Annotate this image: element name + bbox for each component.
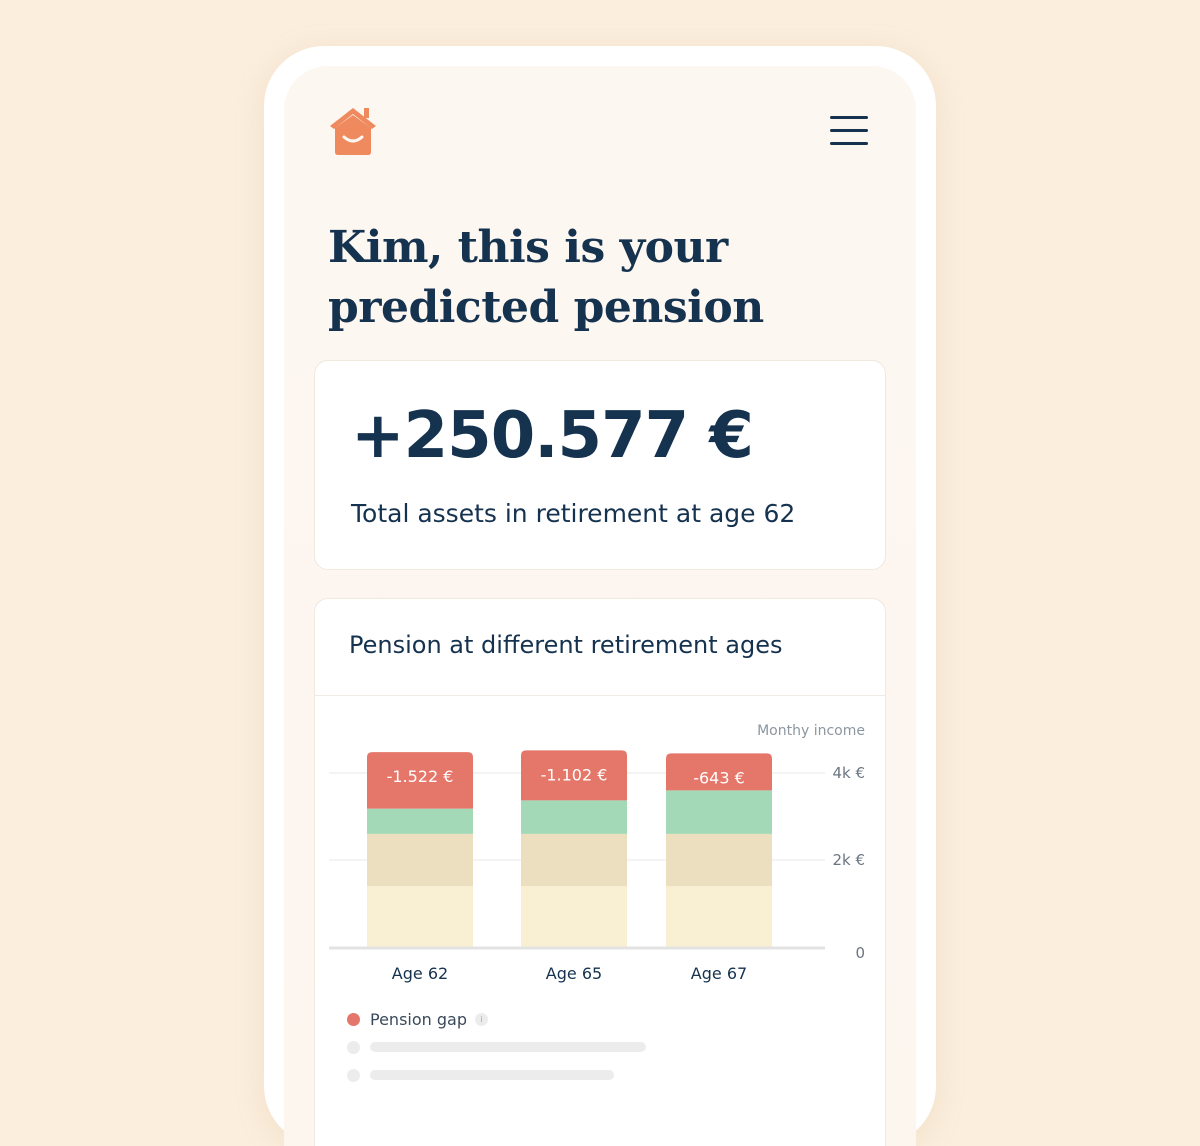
- phone-frame: Kim, this is your predicted pension +250…: [264, 46, 936, 1146]
- skeleton-line: [370, 1042, 646, 1052]
- page-title: Kim, this is your predicted pension: [328, 218, 848, 338]
- title-line-2: predicted pension: [328, 282, 764, 333]
- y-axis-label: Monthy income: [757, 723, 865, 739]
- y-tick-label: 2k €: [832, 851, 865, 869]
- total-assets-amount: +250.577 €: [351, 399, 754, 473]
- bar-value-label: -1.102 €: [541, 765, 608, 784]
- y-tick-label: 4k €: [832, 764, 865, 782]
- bar-segment: [666, 886, 772, 947]
- skeleton-line: [370, 1070, 614, 1080]
- bar-segment: [521, 800, 627, 834]
- x-tick-label: Age 67: [691, 964, 747, 983]
- bar-value-label: -1.522 €: [387, 767, 454, 786]
- hamburger-menu-icon[interactable]: [830, 116, 868, 148]
- legend-dot-placeholder: [347, 1040, 360, 1054]
- legend-item-placeholder: [347, 1033, 707, 1061]
- chart-legend: Pension gap i: [347, 1005, 707, 1089]
- bar-segment: [521, 886, 627, 947]
- legend-dot-placeholder: [347, 1068, 360, 1082]
- total-assets-label: Total assets in retirement at age 62: [351, 499, 796, 528]
- bar-segment: [521, 833, 627, 887]
- legend-dot-pension-gap: [347, 1012, 360, 1026]
- pension-chart-card: Pension at different retirement ages Mon…: [314, 598, 886, 1146]
- total-assets-card: +250.577 € Total assets in retirement at…: [314, 360, 886, 570]
- info-icon[interactable]: i: [474, 1012, 488, 1026]
- y-tick-label: 0: [855, 944, 865, 962]
- smiling-house-icon[interactable]: [326, 104, 380, 158]
- bar-segment: [367, 833, 473, 887]
- bar-value-label: -643 €: [693, 768, 745, 787]
- bar-segment: [666, 833, 772, 887]
- legend-item-placeholder: [347, 1061, 707, 1089]
- legend-item-pension-gap[interactable]: Pension gap i: [347, 1005, 707, 1033]
- bar-segment: [666, 790, 772, 834]
- legend-label-pension-gap: Pension gap: [370, 1009, 467, 1029]
- x-tick-label: Age 62: [392, 964, 448, 983]
- app-screen: Kim, this is your predicted pension +250…: [284, 66, 916, 1146]
- chart-title: Pension at different retirement ages: [349, 631, 783, 659]
- bar-segment: [367, 886, 473, 947]
- pension-bar-chart: Monthy income 0 2k € 4k € -1.522 € Age 62 -1.1…: [329, 723, 865, 983]
- bar-segment: [367, 808, 473, 834]
- x-tick-label: Age 65: [546, 964, 602, 983]
- title-line-1: Kim, this is your: [328, 222, 728, 273]
